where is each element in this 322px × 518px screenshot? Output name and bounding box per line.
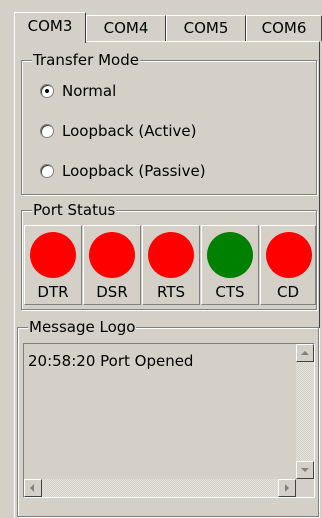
port-status-title: Port Status [32,201,117,219]
horizontal-scrollbar[interactable] [24,479,296,497]
transfer-mode-title: Transfer Mode [32,51,140,69]
dsr-led-indicator [89,232,135,278]
signal-cell-cd: CD [260,225,316,305]
signal-cell-rts: RTS [142,225,200,305]
message-log-listbox[interactable]: 20:58:20 Port Opened [23,343,315,498]
radio-loopback-active[interactable]: Loopback (Active) [40,121,197,141]
transfer-mode-group: Transfer Mode Normal Loopback (Active) L… [21,51,317,195]
rts-led-indicator [148,232,194,278]
cd-led-indicator [266,232,312,278]
log-line: 20:58:20 Port Opened [28,352,194,370]
signal-label: CTS [215,283,245,301]
arrow-right-icon [285,484,289,492]
scroll-left-button[interactable] [24,479,42,497]
radio-selected-dot [45,89,49,93]
radio-button-icon[interactable] [40,84,54,98]
com-tab-strip: COM3 COM4 COM5 COM6 [14,12,322,43]
radio-button-icon[interactable] [40,124,54,138]
signal-label: CD [276,283,300,301]
signal-cell-dtr: DTR [24,225,82,305]
radio-loopback-passive[interactable]: Loopback (Passive) [40,161,206,181]
dtr-led-indicator [30,232,76,278]
scroll-right-button[interactable] [278,479,296,497]
tab-label: COM5 [183,19,229,37]
signal-label: DSR [96,283,128,301]
tab-label: COM6 [261,19,307,37]
cts-led-indicator [207,232,253,278]
signal-label: DTR [37,283,69,301]
radio-label: Normal [62,82,117,100]
arrow-down-icon [301,468,309,472]
tab-com4[interactable]: COM4 [86,15,166,41]
radio-button-icon[interactable] [40,164,54,178]
message-log-group: Message Logo 20:58:20 Port Opened [17,318,319,517]
arrow-up-icon [301,351,309,355]
tab-label: COM3 [27,17,73,35]
signal-cell-cts: CTS [201,225,259,305]
radio-label: Loopback (Active) [62,122,197,140]
signal-label: RTS [156,283,185,301]
radio-label: Loopback (Passive) [62,162,206,180]
signal-cell-dsr: DSR [83,225,141,305]
radio-normal[interactable]: Normal [40,81,116,101]
arrow-left-icon [30,484,34,492]
port-status-group: Port Status DTR DSR RTS CTS CD [21,201,317,310]
message-log-title: Message Logo [28,318,137,336]
tab-com3[interactable]: COM3 [14,12,86,43]
tab-label: COM4 [103,19,149,37]
tab-panel: Transfer Mode Normal Loopback (Active) L… [14,41,320,518]
scrollbar-corner [296,479,314,497]
scroll-up-button[interactable] [296,344,314,362]
tab-com6[interactable]: COM6 [246,15,322,41]
scroll-down-button[interactable] [296,461,314,479]
tab-com5[interactable]: COM5 [166,15,246,41]
vertical-scrollbar[interactable] [296,344,314,479]
